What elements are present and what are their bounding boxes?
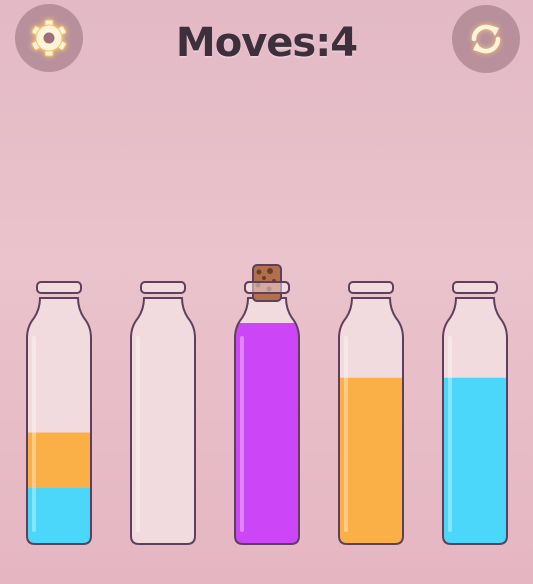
cork-icon bbox=[244, 264, 290, 302]
bottle-5[interactable] bbox=[439, 262, 511, 548]
bottle-glass bbox=[131, 298, 195, 544]
bottle-row bbox=[0, 0, 533, 584]
bottle-4[interactable] bbox=[335, 262, 407, 548]
bottle-3[interactable] bbox=[231, 262, 303, 548]
bottle-1[interactable] bbox=[23, 262, 95, 548]
bottle-2[interactable] bbox=[127, 262, 199, 548]
